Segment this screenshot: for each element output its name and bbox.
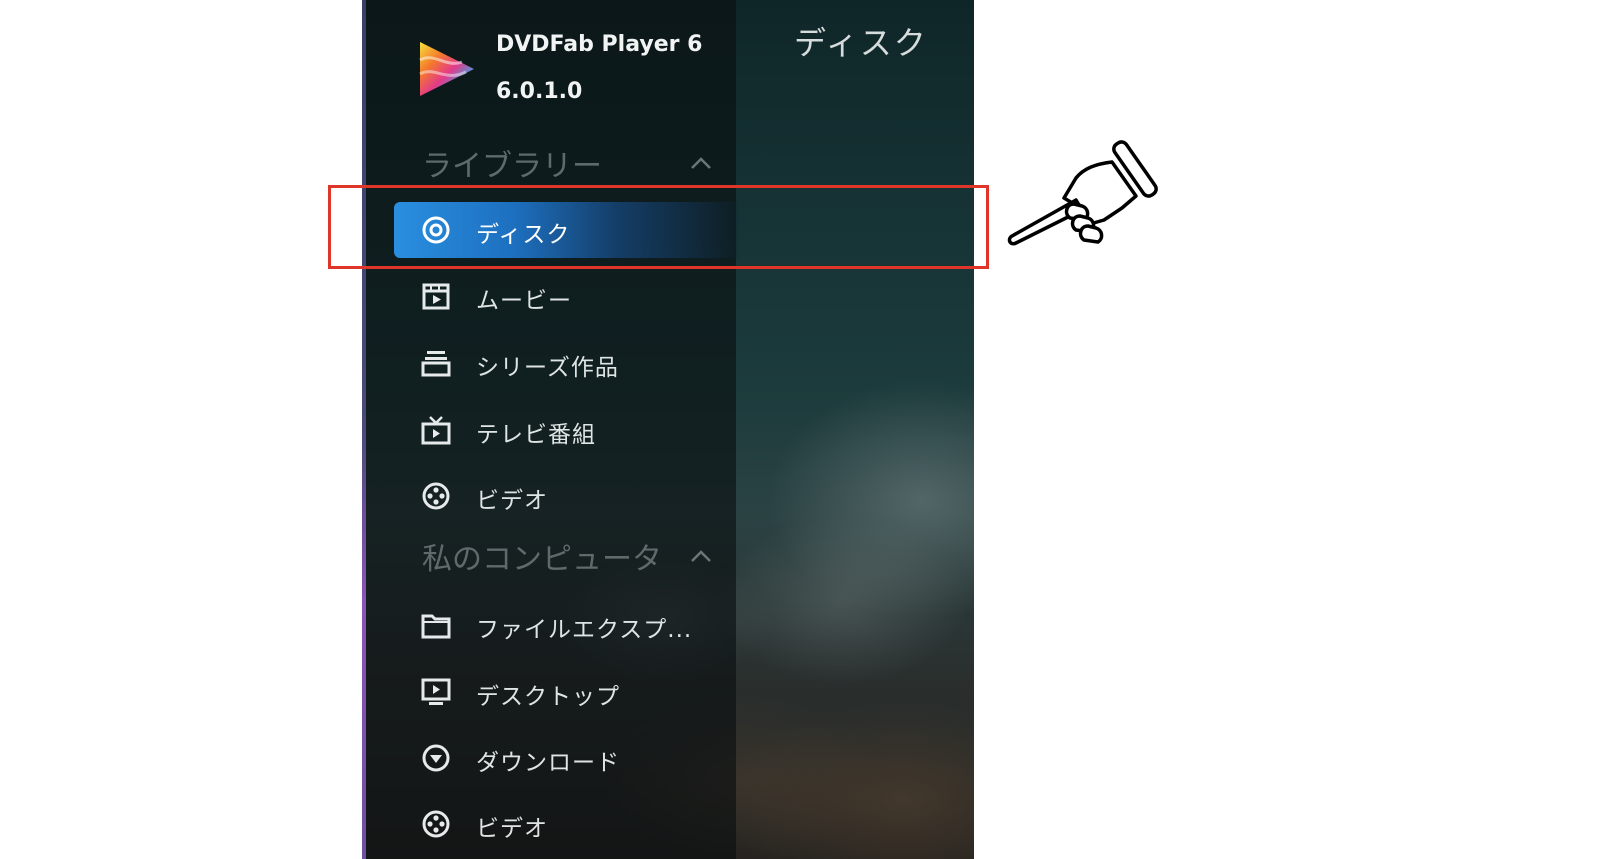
film-reel-icon xyxy=(422,482,450,510)
movie-icon xyxy=(422,283,450,310)
app-version: 6.0.1.0 xyxy=(496,79,583,104)
sidebar-item-label: ムービー xyxy=(476,288,572,314)
section-header-my-computer[interactable]: 私のコンピュータ xyxy=(422,536,712,577)
sidebar-item-downloads[interactable]: ダウンロード xyxy=(394,730,739,786)
tv-icon xyxy=(421,416,451,445)
dvdfab-player-window: ディスク DVDFab Player 6 6.0.1.0 ライブラリー ディスク… xyxy=(362,0,974,859)
section-header-library[interactable]: ライブラリー xyxy=(422,143,712,184)
monitor-icon xyxy=(421,678,451,705)
chevron-up-icon[interactable] xyxy=(690,549,712,563)
sidebar-item-label: シリーズ作品 xyxy=(476,355,619,381)
sidebar-item-movie[interactable]: ムービー xyxy=(394,268,739,324)
sidebar-item-label: ビデオ xyxy=(476,816,548,842)
sidebar-item-file-explorer[interactable]: ファイルエクスプ... xyxy=(394,597,739,653)
folder-icon xyxy=(421,614,451,639)
sidebar-item-label: ファイルエクスプ... xyxy=(476,617,693,643)
section-header-label: ライブラリー xyxy=(422,149,602,184)
sidebar-item-label: ビデオ xyxy=(476,488,548,514)
chevron-up-icon[interactable] xyxy=(690,156,712,170)
sidebar-item-desktop[interactable]: デスクトップ xyxy=(394,664,739,720)
sidebar-item-tv[interactable]: テレビ番組 xyxy=(394,402,739,458)
sidebar-item-video-folder[interactable]: ビデオ xyxy=(394,796,739,852)
content-title: ディスク xyxy=(794,24,928,62)
sidebar: DVDFab Player 6 6.0.1.0 ライブラリー ディスク ムービー… xyxy=(366,0,739,859)
sidebar-item-video[interactable]: ビデオ xyxy=(394,468,739,524)
section-header-label: 私のコンピュータ xyxy=(422,542,662,577)
film-reel-icon xyxy=(422,810,450,838)
series-stack-icon xyxy=(421,351,451,377)
sidebar-item-label: ダウンロード xyxy=(476,750,620,776)
download-icon xyxy=(422,744,450,772)
highlight-box xyxy=(328,185,989,269)
pointing-hand-icon xyxy=(1007,140,1158,246)
dvdfab-logo-icon xyxy=(419,42,474,96)
app-name: DVDFab Player 6 xyxy=(496,32,703,57)
sidebar-item-label: テレビ番組 xyxy=(476,422,596,448)
sidebar-item-series[interactable]: シリーズ作品 xyxy=(394,335,739,391)
screenshot-stage: ディスク DVDFab Player 6 6.0.1.0 ライブラリー ディスク… xyxy=(0,0,1600,859)
sidebar-item-label: デスクトップ xyxy=(476,684,620,710)
